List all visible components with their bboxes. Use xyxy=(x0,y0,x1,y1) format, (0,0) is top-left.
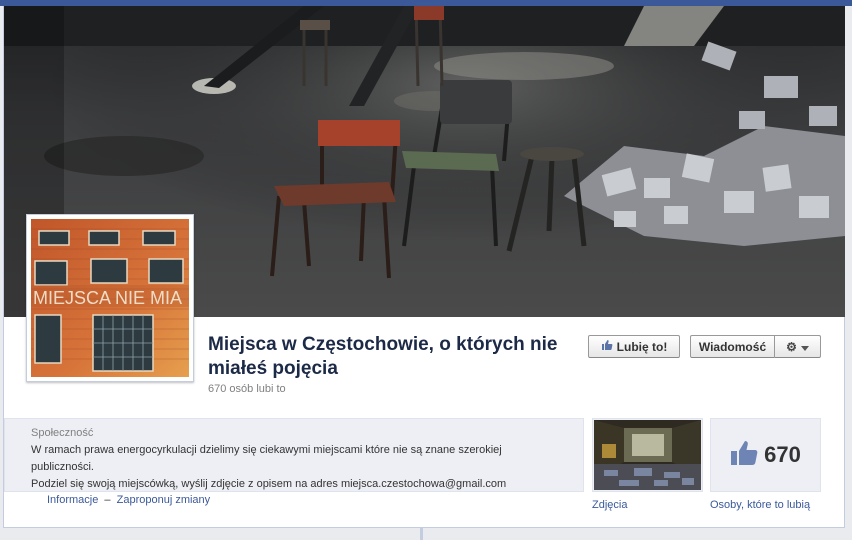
photos-app-label[interactable]: Zdjęcia xyxy=(592,499,627,511)
like-button[interactable]: Lubię to! xyxy=(588,335,680,358)
like-button-label: Lubię to! xyxy=(616,339,668,354)
settings-dropdown-button[interactable]: ⚙ xyxy=(774,335,821,358)
description-line-1: W ramach prawa energocyrkulacji dzielimy… xyxy=(31,444,502,473)
likes-app-label[interactable]: Osoby, które to lubią xyxy=(710,499,810,511)
photos-app-tile[interactable] xyxy=(592,418,703,492)
gear-icon: ⚙ xyxy=(786,339,797,354)
likes-app-tile[interactable]: 670 xyxy=(710,418,821,492)
profile-picture-image: MIEJSCA NIE MIA xyxy=(31,219,189,377)
timeline-divider xyxy=(420,528,423,540)
page-category: Społeczność xyxy=(31,427,94,439)
description-line-2: Podziel się swoją miejscówką, wyślij zdj… xyxy=(31,478,507,490)
page-card: MIEJSCA NIE MIA Miejsca w Częstochowie, … xyxy=(3,6,845,528)
thumbs-up-icon xyxy=(730,440,758,471)
suggest-edits-link[interactable]: Zaproponuj zmiany xyxy=(117,494,211,506)
likes-summary: 670 osób lubi to xyxy=(208,383,286,395)
message-button-label: Wiadomość xyxy=(698,339,767,354)
about-box: Społeczność W ramach prawa energocyrkula… xyxy=(4,418,584,492)
caret-down-icon xyxy=(800,340,809,354)
profile-picture[interactable]: MIEJSCA NIE MIA xyxy=(26,214,194,382)
message-button[interactable]: Wiadomość xyxy=(690,335,774,358)
likes-app-count: 670 xyxy=(764,442,801,467)
page-title: Miejsca w Częstochowie, o których nie mi… xyxy=(208,334,558,379)
info-link[interactable]: Informacje xyxy=(47,494,98,506)
profile-sign-text: MIEJSCA NIE MIA xyxy=(33,288,182,308)
photos-thumbnail xyxy=(594,420,701,490)
links-separator: – xyxy=(104,494,111,506)
thumbs-up-icon xyxy=(601,339,613,354)
about-links: Informacje – Zaproponuj zmiany xyxy=(47,494,210,506)
